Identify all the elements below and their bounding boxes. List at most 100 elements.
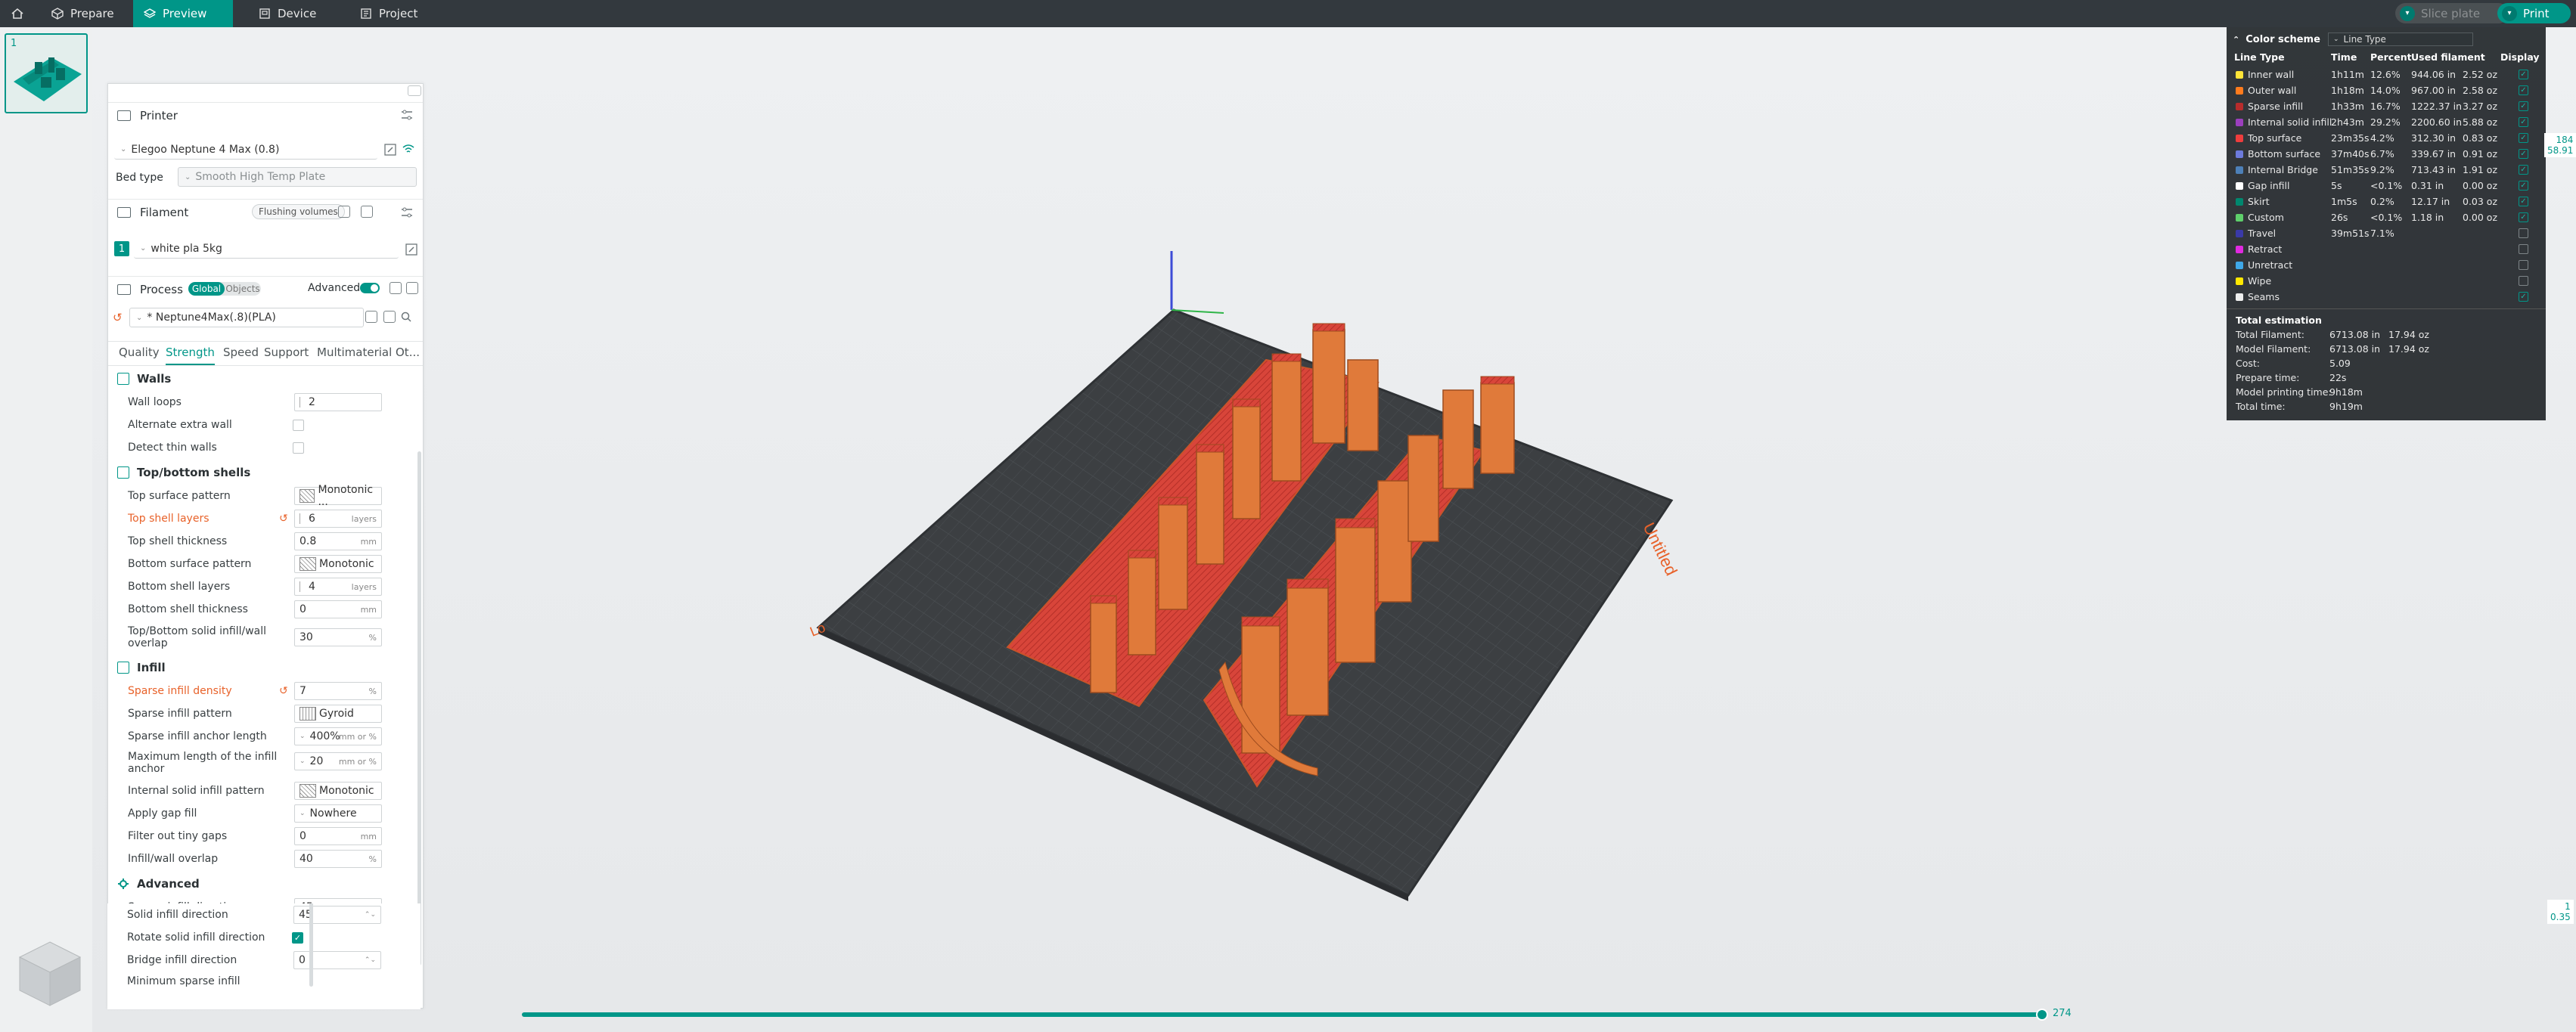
tab-project[interactable]: Project: [349, 0, 440, 27]
stepper-icon[interactable]: [299, 581, 304, 592]
filament-slot-badge[interactable]: 1: [114, 241, 129, 256]
settings-scrollbar[interactable]: [417, 451, 421, 965]
display-checkbox[interactable]: ✓: [2519, 85, 2528, 95]
option-rotate-solid-direction: Rotate solid infill direction ✓: [107, 926, 416, 949]
bottom-shell-layers-input[interactable]: 4 layers: [294, 578, 382, 596]
plate-thumbnail[interactable]: 1: [5, 33, 88, 113]
tab-preview[interactable]: Preview: [133, 0, 233, 27]
chevron-down-icon[interactable]: ▾: [2502, 5, 2517, 21]
global-objects-switch[interactable]: Global Objects: [188, 282, 261, 296]
bridge-direction-input[interactable]: 0 ⌃⌄: [293, 951, 381, 969]
advanced-toggle[interactable]: [360, 283, 380, 293]
remove-filament-icon[interactable]: [361, 206, 373, 218]
wifi-icon[interactable]: [402, 143, 415, 157]
bed-type-select[interactable]: ⌄ Smooth High Temp Plate: [178, 167, 417, 187]
sparse-density-input[interactable]: 7%: [294, 682, 382, 700]
display-checkbox[interactable]: [2519, 244, 2528, 254]
display-checkbox[interactable]: ✓: [2519, 181, 2528, 191]
slice-plate-button[interactable]: ▾ Slice plate: [2395, 3, 2509, 23]
solid-overlap-input[interactable]: 30%: [294, 628, 382, 646]
view-navigation-cube[interactable]: [12, 936, 88, 1012]
objects-option[interactable]: Objects: [225, 282, 261, 296]
display-checkbox[interactable]: ✓: [2519, 133, 2528, 143]
layer-slider-bottom-readout[interactable]: 1 0.35: [2547, 900, 2574, 924]
edit-filament-icon[interactable]: [405, 243, 418, 256]
display-checkbox[interactable]: ✓: [2519, 101, 2528, 111]
process-preset-select[interactable]: ⌄ * Neptune4Max(.8)(PLA): [129, 308, 364, 327]
legend-header[interactable]: ⌃ Color scheme: [2233, 32, 2320, 47]
tab-prepare[interactable]: Prepare: [41, 0, 132, 27]
display-checkbox[interactable]: ✓: [2519, 165, 2528, 175]
stepper-icon[interactable]: [299, 397, 304, 408]
wall-loops-input[interactable]: 2: [294, 393, 382, 411]
display-checkbox[interactable]: [2519, 260, 2528, 270]
process-settings-icon[interactable]: [406, 282, 418, 294]
reset-icon[interactable]: ↺: [279, 685, 288, 697]
model-filament-length: 6713.08 in: [2329, 343, 2381, 355]
filter-gaps-input[interactable]: 0 mm: [294, 827, 382, 845]
option-top-shell-thickness: Top shell thickness 0.8 mm: [108, 530, 417, 553]
tab-strength[interactable]: Strength: [166, 346, 215, 365]
add-filament-icon[interactable]: [338, 206, 350, 218]
solid-direction-input[interactable]: 45 ⌃⌄: [293, 906, 381, 924]
tab-quality[interactable]: Quality: [119, 346, 160, 365]
filament-settings-icon[interactable]: [400, 206, 414, 219]
spinner-icon[interactable]: ⌃⌄: [365, 911, 376, 919]
flushing-volumes-button[interactable]: Flushing volumes: [252, 204, 345, 219]
anchor-length-select[interactable]: ⌄ 400% mm or %: [294, 727, 382, 745]
move-slider-handle[interactable]: [2036, 1009, 2048, 1021]
strength-options-list: Walls Wall loops 2 Alternate extra wall …: [108, 367, 417, 932]
top-surface-pattern-select[interactable]: Monotonic ...: [294, 484, 382, 508]
display-checkbox[interactable]: ✓: [2519, 117, 2528, 127]
print-button[interactable]: ▾ Print: [2497, 3, 2571, 23]
top-shell-layers-input[interactable]: 6 layers: [294, 510, 382, 528]
edit-icon[interactable]: [383, 143, 397, 157]
sparse-pattern-select[interactable]: Gyroid: [294, 705, 382, 723]
max-anchor-select[interactable]: ⌄ 20 mm or %: [294, 752, 382, 770]
top-shell-thickness-input[interactable]: 0.8 mm: [294, 532, 382, 550]
alternate-extra-wall-checkbox[interactable]: [293, 420, 304, 431]
tab-speed[interactable]: Speed: [223, 346, 259, 365]
reset-preset-icon[interactable]: ↺: [113, 311, 123, 324]
detect-thin-walls-checkbox[interactable]: [293, 442, 304, 454]
display-checkbox[interactable]: ✓: [2519, 212, 2528, 222]
collapse-icon[interactable]: ⌃: [2233, 35, 2239, 45]
col-line-type: Line Type: [2234, 51, 2285, 63]
settings-scrollbar-lower[interactable]: [309, 903, 313, 987]
display-checkbox[interactable]: [2519, 276, 2528, 286]
bottom-shell-thickness-input[interactable]: 0 mm: [294, 600, 382, 618]
filament-select[interactable]: ⌄ white pla 5kg: [134, 239, 399, 259]
tab-others[interactable]: Ot...: [396, 346, 420, 365]
spinner-icon[interactable]: ⌃⌄: [365, 956, 376, 964]
compare-icon[interactable]: [390, 282, 402, 294]
global-option[interactable]: Global: [188, 282, 225, 296]
stepper-icon[interactable]: [299, 513, 304, 524]
panel-collapse-icon[interactable]: [408, 85, 421, 96]
home-button[interactable]: [5, 0, 30, 27]
wall-overlap-input[interactable]: 40%: [294, 850, 382, 868]
copy-preset-icon[interactable]: [383, 311, 396, 323]
printer-settings-icon[interactable]: [400, 108, 414, 122]
tab-support[interactable]: Support: [264, 346, 309, 365]
internal-solid-pattern-select[interactable]: Monotonic: [294, 782, 382, 800]
save-preset-icon[interactable]: [365, 311, 377, 323]
display-checkbox[interactable]: [2519, 228, 2528, 238]
tab-device[interactable]: Device: [248, 0, 334, 27]
solid-overlap-label: Top/Bottom solid infill/wall overlap: [128, 625, 267, 649]
display-checkbox[interactable]: ✓: [2519, 149, 2528, 159]
reset-icon[interactable]: ↺: [279, 513, 288, 525]
color-scheme-select[interactable]: ⌄ Line Type: [2328, 33, 2473, 46]
move-slider-track[interactable]: [522, 1012, 2044, 1017]
display-checkbox[interactable]: ✓: [2519, 197, 2528, 206]
chevron-down-icon[interactable]: ▾: [2400, 5, 2415, 21]
bottom-surface-pattern-select[interactable]: Monotonic: [294, 555, 382, 573]
display-checkbox[interactable]: ✓: [2519, 292, 2528, 302]
build-plate-scene[interactable]: Untitled Lo: [92, 27, 2576, 1032]
tab-multimaterial[interactable]: Multimaterial: [317, 346, 392, 365]
layer-slider-top-readout[interactable]: 184 58.91: [2544, 133, 2576, 157]
display-checkbox[interactable]: ✓: [2519, 70, 2528, 79]
printer-select[interactable]: ⌄ Elegoo Neptune 4 Max (0.8): [114, 140, 377, 160]
search-icon[interactable]: [400, 311, 414, 324]
rotate-solid-checkbox[interactable]: ✓: [292, 932, 303, 944]
gap-fill-select[interactable]: ⌄ Nowhere: [294, 804, 382, 823]
